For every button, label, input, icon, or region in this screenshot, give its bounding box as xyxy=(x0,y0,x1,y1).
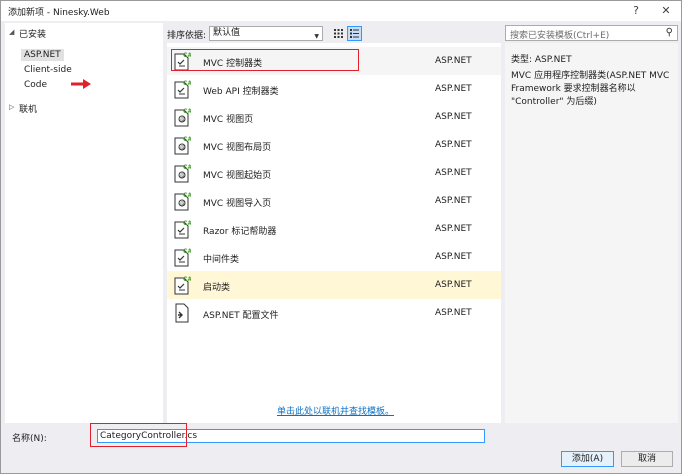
template-list-item[interactable]: @ C# MVC 视图起始页 ASP.NET xyxy=(167,159,501,187)
help-button[interactable]: ? xyxy=(627,3,645,19)
svg-text:@: @ xyxy=(180,117,185,123)
search-icon[interactable]: ⚲ xyxy=(666,27,673,38)
csharp-file-icon: C# xyxy=(173,275,192,295)
template-name: 中间件类 xyxy=(203,255,240,265)
sort-dropdown-value: 默认值 xyxy=(213,28,241,38)
svg-text:C#: C# xyxy=(183,80,191,87)
template-name: MVC 视图导入页 xyxy=(203,199,272,209)
tree-node-installed[interactable]: ◢ 已安装 xyxy=(5,25,163,41)
template-language: ASP.NET xyxy=(435,140,472,150)
sort-label: 排序依据: xyxy=(167,31,207,41)
template-language: ASP.NET xyxy=(435,224,472,234)
svg-text:C#: C# xyxy=(183,248,191,255)
chevron-down-icon: ▼ xyxy=(314,33,319,40)
svg-text:C#: C# xyxy=(183,220,191,227)
list-view-icon xyxy=(350,29,359,38)
svg-text:C#: C# xyxy=(183,192,191,199)
annotation-box xyxy=(171,49,359,71)
tree-node-online-label: 联机 xyxy=(19,105,38,115)
csharp-file-icon: C# xyxy=(173,247,192,267)
list-toolbar: 排序依据: 默认值 ▼ xyxy=(167,23,501,43)
template-name: 启动类 xyxy=(203,283,231,293)
svg-text:C#: C# xyxy=(183,108,191,115)
template-type: 类型: ASP.NET xyxy=(511,55,572,65)
add-button[interactable]: 添加(A) xyxy=(561,451,614,467)
tree-item-code[interactable]: Code xyxy=(24,80,47,90)
template-list-item[interactable]: C# Web API 控制器类 ASP.NET xyxy=(167,75,501,103)
search-input[interactable]: 搜索已安装模板(Ctrl+E) ⚲ xyxy=(505,25,678,41)
template-name: MVC 视图起始页 xyxy=(203,171,272,181)
category-tree: ◢ 已安装 ASP.NET Client-side Code ▷ 联机 xyxy=(5,23,163,423)
title-bar: 添加新项 - Ninesky.Web ? ✕ xyxy=(1,1,681,21)
annotation-box xyxy=(90,423,187,447)
expanded-arrow-icon: ◢ xyxy=(9,28,15,36)
razor-view-file-icon: @ C# xyxy=(173,191,192,211)
template-list: ASP.NET 配置文件 ASP.NET C# 启动类 ASP.NET C# 中间件类 ASP… xyxy=(167,43,501,423)
annotation-arrow-icon xyxy=(71,79,91,89)
svg-text:C#: C# xyxy=(183,276,191,283)
csharp-file-icon: C# xyxy=(173,79,192,99)
collapsed-arrow-icon: ▷ xyxy=(9,103,15,111)
razor-view-file-icon: @ C# xyxy=(173,107,192,127)
window-title: 添加新项 - Ninesky.Web xyxy=(8,8,110,18)
tree-node-online[interactable]: ▷ 联机 xyxy=(5,100,163,116)
tree-item-client-side[interactable]: Client-side xyxy=(24,65,72,75)
template-language: ASP.NET xyxy=(435,196,472,206)
svg-text:C#: C# xyxy=(183,136,191,143)
small-icons-view-button[interactable] xyxy=(331,26,346,41)
template-name: Web API 控制器类 xyxy=(203,87,279,97)
config-file-icon xyxy=(173,303,191,323)
sort-dropdown[interactable]: 默认值 ▼ xyxy=(209,26,323,41)
list-view-button[interactable] xyxy=(347,26,362,41)
details-pane: 类型: ASP.NET MVC 应用程序控制器类(ASP.NET MVC Fra… xyxy=(505,43,678,423)
template-name: MVC 视图页 xyxy=(203,115,254,125)
template-list-item[interactable]: ASP.NET 配置文件 ASP.NET xyxy=(167,299,501,327)
template-list-item[interactable]: @ C# MVC 视图导入页 ASP.NET xyxy=(167,187,501,215)
search-placeholder: 搜索已安装模板(Ctrl+E) xyxy=(510,31,610,41)
template-list-item[interactable]: @ C# MVC 视图页 ASP.NET xyxy=(167,103,501,131)
name-label: 名称(N): xyxy=(12,434,47,444)
razor-view-file-icon: @ C# xyxy=(173,135,192,155)
svg-text:@: @ xyxy=(180,173,185,179)
template-language: ASP.NET xyxy=(435,84,472,94)
template-list-item[interactable]: C# 中间件类 ASP.NET xyxy=(167,243,501,271)
template-language: ASP.NET xyxy=(435,308,472,318)
template-description: MVC 应用程序控制器类(ASP.NET MVC Framework 要求控制器… xyxy=(511,71,670,107)
svg-text:@: @ xyxy=(180,201,185,207)
tree-item-aspnet[interactable]: ASP.NET xyxy=(21,49,64,61)
grid-view-icon xyxy=(334,29,343,38)
tree-node-installed-label: 已安装 xyxy=(19,30,47,40)
razor-view-file-icon: @ C# xyxy=(173,163,192,183)
template-name: MVC 视图布局页 xyxy=(203,143,272,153)
template-language: ASP.NET xyxy=(435,280,472,290)
template-language: ASP.NET xyxy=(435,252,472,262)
template-language: ASP.NET xyxy=(435,56,472,66)
template-list-item[interactable]: C# Razor 标记帮助器 ASP.NET xyxy=(167,215,501,243)
close-button[interactable]: ✕ xyxy=(657,3,675,19)
template-name: ASP.NET 配置文件 xyxy=(203,311,279,321)
add-new-item-dialog: 添加新项 - Ninesky.Web ? ✕ ◢ 已安装 ASP.NET Cli… xyxy=(0,0,682,474)
template-language: ASP.NET xyxy=(435,112,472,122)
template-list-item[interactable]: C# 启动类 ASP.NET xyxy=(167,271,501,299)
template-name: Razor 标记帮助器 xyxy=(203,227,277,237)
online-templates-link[interactable]: 单击此处以联机并查找模板。 xyxy=(277,404,394,417)
svg-text:C#: C# xyxy=(183,164,191,171)
csharp-file-icon: C# xyxy=(173,219,192,239)
template-list-item[interactable]: @ C# MVC 视图布局页 ASP.NET xyxy=(167,131,501,159)
cancel-button[interactable]: 取消 xyxy=(621,451,673,467)
svg-text:@: @ xyxy=(180,145,185,151)
template-language: ASP.NET xyxy=(435,168,472,178)
